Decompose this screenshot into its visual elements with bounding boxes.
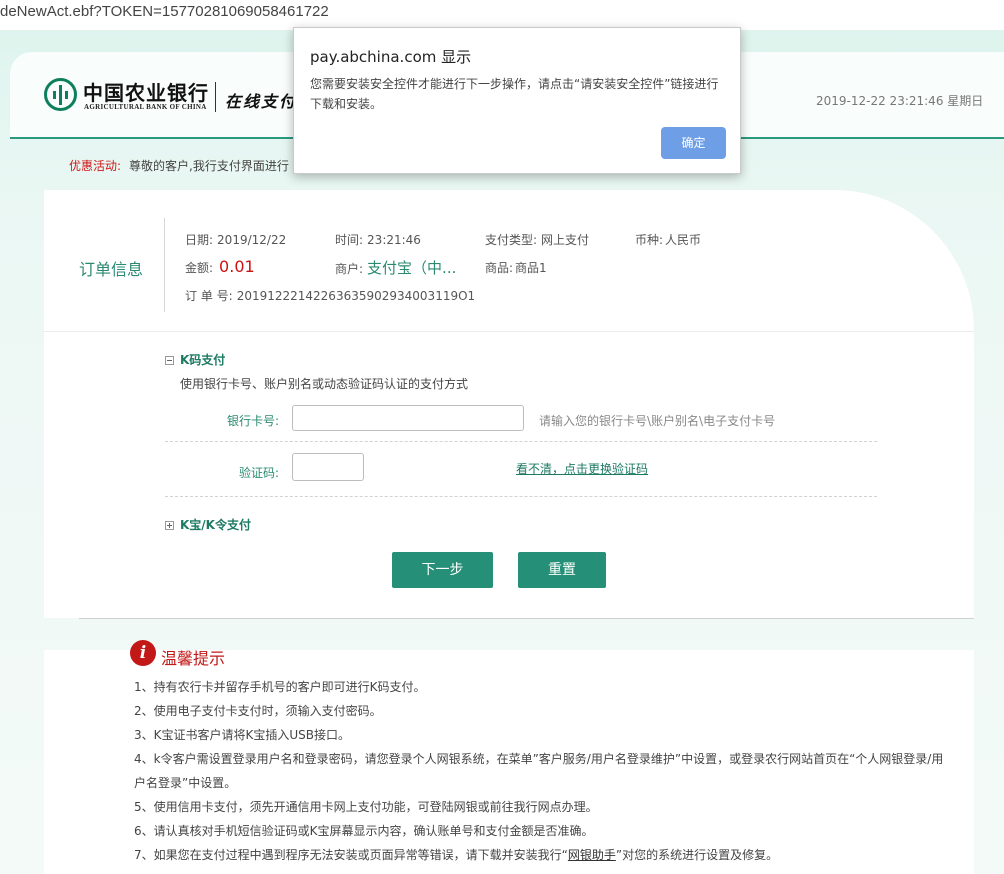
pay-type-label: 支付类型:	[485, 233, 538, 247]
order-date: 日期: 2019/12/22	[185, 231, 286, 248]
header-datetime: 2019-12-22 23:21:46 星期日	[816, 94, 984, 108]
pay-type-value: 网上支付	[541, 233, 590, 247]
kpay-description: 使用银行卡号、账户别名或动态验证码认证的支付方式	[180, 377, 469, 391]
merchant-value: 支付宝（中...	[367, 259, 457, 277]
tip-item-7-text: 7、如果您在支付过程中遇到程序无法安装或页面异常等错误，请下载并安装我行“	[134, 848, 568, 862]
merchant-label: 商户:	[335, 262, 364, 276]
order-time-label: 时间:	[335, 233, 364, 247]
kpay-toggle[interactable]: K码支付	[165, 351, 225, 368]
promo-text: 尊敬的客户,我行支付界面进行	[129, 159, 289, 173]
kpay-title: K码支付	[180, 353, 226, 367]
order-amount: 金额: 0.01	[185, 257, 255, 276]
kbao-toggle[interactable]: K宝/K令支付	[165, 516, 251, 533]
logo-separator	[215, 82, 216, 112]
tips-title: 温馨提示	[161, 649, 226, 668]
promo-banner: 优惠活动: 尊敬的客户,我行支付界面进行	[69, 157, 289, 174]
card-number-hint: 请输入您的银行卡号\账户别名\电子支付卡号	[539, 414, 776, 428]
captcha-label: 验证码:	[238, 466, 279, 480]
order-info-divider	[164, 218, 165, 312]
next-step-button[interactable]: 下一步	[392, 552, 493, 588]
tip-item: 6、请认真核对手机短信验证码或K宝屏幕显示内容，确认账单号和支付金额是否准确。	[134, 824, 594, 838]
section-separator	[44, 331, 974, 332]
dialog-message: 您需要安装安全控件才能进行下一步操作，请点击“请安装安全控件”链接进行下载和安装…	[310, 77, 719, 111]
tip-item: 1、持有农行卡并留存手机号的客户即可进行K码支付。	[134, 680, 426, 694]
order-number-label: 订 单 号:	[185, 289, 233, 303]
order-info-title: 订单信息	[79, 260, 144, 279]
order-product: 商品: 商品1	[485, 259, 547, 276]
bank-name-en: AGRICULTURAL BANK OF CHINA	[84, 103, 207, 111]
product-label: 商品:	[485, 261, 514, 275]
card-number-label: 银行卡号:	[226, 414, 279, 428]
tip-item: 7、如果您在支付过程中遇到程序无法安装或页面异常等错误，请下载并安装我行“网银助…	[134, 843, 944, 867]
tip-item: 3、K宝证书客户请将K宝插入USB接口。	[134, 728, 351, 742]
currency-value: 人民币	[665, 233, 702, 247]
card-number-input[interactable]	[292, 405, 524, 431]
expand-icon	[165, 521, 174, 530]
service-name: 在线支付	[225, 92, 298, 111]
address-bar[interactable]: deNewAct.ebf?TOKEN=15770281069058461722	[0, 0, 1004, 30]
captcha-input[interactable]	[292, 453, 364, 481]
promo-label: 优惠活动:	[69, 159, 122, 173]
order-date-label: 日期:	[185, 233, 214, 247]
order-time-value: 23:21:46	[367, 233, 421, 247]
bank-name-cn: 中国农业银行	[83, 81, 209, 105]
payment-panel	[44, 190, 974, 618]
reset-button[interactable]: 重置	[518, 552, 606, 588]
amount-label: 金额:	[185, 261, 214, 275]
netbank-helper-link[interactable]: 网银助手	[568, 848, 616, 862]
order-pay-type: 支付类型: 网上支付	[485, 231, 589, 248]
order-number-value: 20191222142263635902934003119O1	[236, 289, 476, 303]
product-value: 商品1	[515, 261, 547, 275]
order-number: 订 单 号: 20191222142263635902934003119O1	[185, 287, 475, 304]
refresh-captcha-link[interactable]: 看不清，点击更换验证码	[516, 460, 648, 477]
alert-dialog: pay.abchina.com 显示 您需要安装安全控件才能进行下一步操作，请点…	[293, 27, 741, 174]
kbao-title: K宝/K令支付	[180, 518, 251, 532]
info-icon: i	[130, 640, 156, 666]
order-currency: 币种: 人民币	[635, 231, 701, 248]
field-divider	[165, 496, 877, 497]
order-time: 时间: 23:21:46	[335, 231, 421, 248]
bank-logo-icon	[44, 78, 77, 111]
amount-value: 0.01	[219, 257, 255, 276]
collapse-icon	[165, 356, 174, 365]
tip-item: 5、使用信用卡支付，须先开通信用卡网上支付功能，可登陆网银或前往我行网点办理。	[134, 800, 598, 814]
field-divider	[165, 441, 877, 442]
tip-item-7-suffix: ”对您的系统进行设置及修复。	[615, 848, 779, 862]
order-date-value: 2019/12/22	[217, 233, 287, 247]
dialog-ok-button[interactable]: 确定	[661, 127, 726, 159]
currency-label: 币种:	[635, 233, 664, 247]
tip-item: 2、使用电子支付卡支付时，须输入支付密码。	[134, 704, 382, 718]
dialog-title: pay.abchina.com 显示	[310, 48, 472, 66]
order-merchant: 商户: 支付宝（中...	[335, 257, 456, 278]
panel-bottom-line	[79, 618, 974, 619]
tip-item: 4、k令客户需设置登录用户名和登录密码，请您登录个人网银系统，在菜单”客户服务/…	[134, 752, 944, 790]
